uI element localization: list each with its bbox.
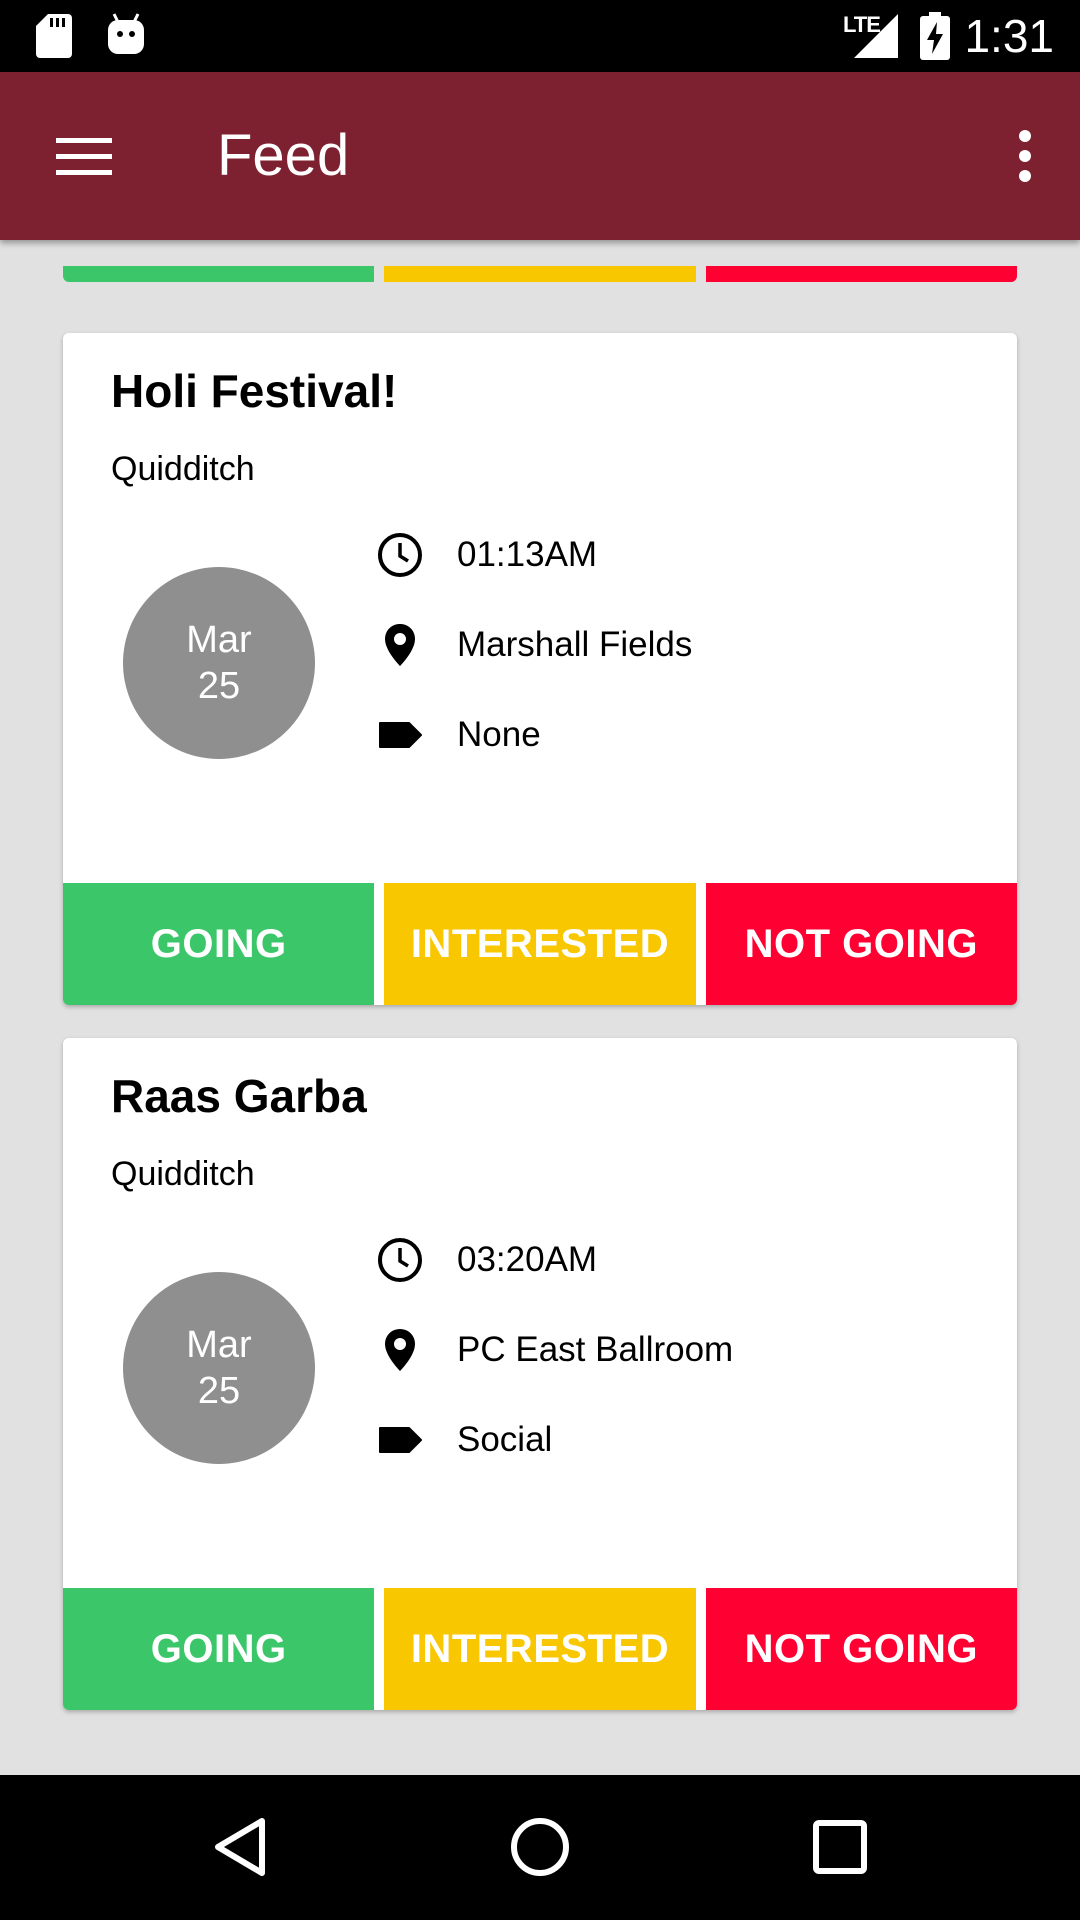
event-tag-row: None xyxy=(375,705,541,765)
event-feed[interactable]: Holi Festival! Quidditch Mar 25 01:13AM … xyxy=(0,240,1080,1775)
location-pin-icon xyxy=(385,1329,415,1371)
overflow-menu-button[interactable] xyxy=(1000,122,1050,190)
event-time-row: 01:13AM xyxy=(375,525,597,585)
menu-icon xyxy=(56,138,112,175)
home-button[interactable] xyxy=(504,1811,576,1883)
event-time: 01:13AM xyxy=(457,535,598,574)
more-vert-icon xyxy=(1019,130,1031,182)
sd-card-icon xyxy=(36,14,72,58)
menu-button[interactable] xyxy=(40,128,130,184)
partial-interested-button[interactable] xyxy=(384,266,696,282)
not-going-button[interactable]: NOT GOING xyxy=(705,1588,1017,1710)
page-title: Feed xyxy=(217,123,350,188)
event-organization: Quidditch xyxy=(111,1155,255,1193)
going-button[interactable]: GOING xyxy=(63,1588,375,1710)
event-card[interactable]: Raas Garba Quidditch Mar 25 03:20AM PC E… xyxy=(63,1038,1017,1710)
event-time: 03:20AM xyxy=(457,1240,598,1279)
event-tag: Social xyxy=(457,1420,553,1459)
clock-icon xyxy=(378,533,422,577)
event-location-row: PC East Ballroom xyxy=(375,1320,733,1380)
partial-event-card-actions xyxy=(63,266,1017,282)
label-icon xyxy=(379,1427,422,1453)
event-tag-row: Social xyxy=(375,1410,552,1470)
date-day: 25 xyxy=(197,665,241,707)
rsvp-actions: GOING INTERESTED NOT GOING xyxy=(63,883,1017,1005)
event-tag: None xyxy=(457,715,541,754)
event-card[interactable]: Holi Festival! Quidditch Mar 25 01:13AM … xyxy=(63,333,1017,1005)
status-time: 1:31 xyxy=(964,10,1054,62)
location-pin-icon xyxy=(385,624,415,666)
home-icon xyxy=(511,1818,569,1876)
event-location: PC East Ballroom xyxy=(457,1330,734,1369)
date-month: Mar xyxy=(186,619,252,661)
system-nav-bar xyxy=(0,1775,1080,1920)
event-location-row: Marshall Fields xyxy=(375,615,692,675)
not-going-button[interactable]: NOT GOING xyxy=(705,883,1017,1005)
app-bar: Feed xyxy=(0,72,1080,240)
date-month: Mar xyxy=(186,1324,252,1366)
date-badge: Mar 25 xyxy=(123,567,315,759)
event-title: Holi Festival! xyxy=(111,365,398,417)
interested-button[interactable]: INTERESTED xyxy=(384,1588,696,1710)
clock-icon xyxy=(378,1238,422,1282)
interested-button[interactable]: INTERESTED xyxy=(384,883,696,1005)
recents-icon xyxy=(813,1820,867,1874)
battery-charging-icon xyxy=(920,12,950,60)
going-button[interactable]: GOING xyxy=(63,883,375,1005)
event-location: Marshall Fields xyxy=(457,625,693,664)
back-button[interactable] xyxy=(204,1811,276,1883)
date-badge: Mar 25 xyxy=(123,1272,315,1464)
partial-going-button[interactable] xyxy=(63,266,375,282)
event-time-row: 03:20AM xyxy=(375,1230,597,1290)
rsvp-actions: GOING INTERESTED NOT GOING xyxy=(63,1588,1017,1710)
partial-not-going-button[interactable] xyxy=(705,266,1017,282)
status-bar: LTE 1:31 xyxy=(0,0,1080,72)
event-organization: Quidditch xyxy=(111,450,255,488)
recents-button[interactable] xyxy=(804,1811,876,1883)
label-icon xyxy=(379,722,422,748)
android-icon xyxy=(108,13,144,54)
signal-icon xyxy=(854,14,898,58)
event-title: Raas Garba xyxy=(111,1070,367,1122)
back-icon xyxy=(215,1818,265,1876)
date-day: 25 xyxy=(197,1370,241,1412)
